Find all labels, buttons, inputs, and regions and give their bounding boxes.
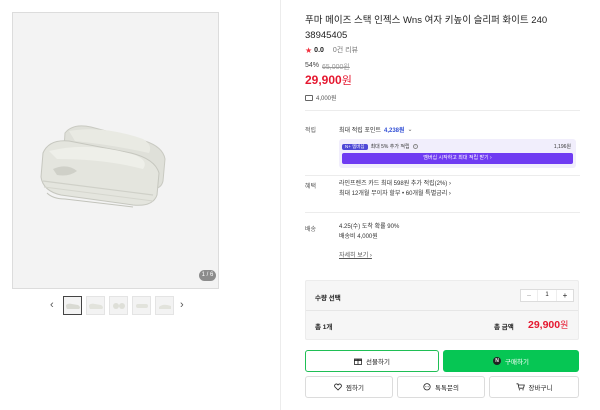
wish-button[interactable]: 찜하기 <box>305 376 393 398</box>
gift-button[interactable]: 선물하기 <box>305 350 439 372</box>
total-price: 29,900원 <box>528 318 568 331</box>
sale-price-unit: 원 <box>341 75 352 87</box>
installment-benefit-link[interactable]: 최대 12개월 무이자 할부 • 60개월 특별금리 › <box>339 189 451 199</box>
thumb-slipper-icon <box>89 303 103 309</box>
thumbnail-4[interactable] <box>132 296 151 315</box>
total-count: 총 1개 <box>315 324 333 331</box>
truck-icon <box>305 94 313 101</box>
section-divider <box>305 110 580 111</box>
buy-button-label: 구매하기 <box>505 359 529 366</box>
review-count-link[interactable]: 0건 리뷰 <box>333 45 358 55</box>
gift-icon <box>354 358 363 365</box>
image-counter: 1 / 6 <box>199 270 216 281</box>
thumb-slipper-icon <box>136 304 148 308</box>
naver-pay-icon: N <box>493 357 502 365</box>
points-label: 적립 <box>305 128 317 134</box>
original-price: 65,000원 <box>322 64 350 71</box>
total-price-value: 29,900 <box>528 319 561 331</box>
thumbnail-strip: ‹ › <box>50 296 184 317</box>
thumb-prev-arrow[interactable]: ‹ <box>50 299 54 311</box>
rating-row: ★ 0.0 0건 리뷰 <box>305 45 358 55</box>
membership-start-button[interactable]: 멤버십 시작하고 최대 적립 받기 › <box>342 153 573 164</box>
sale-price: 29,900원 <box>305 72 352 88</box>
section-divider <box>305 175 580 176</box>
membership-box: N+ 멤버십 최대 5% 추가 적립 i 1,196원 멤버십 시작하고 최대 … <box>339 139 576 168</box>
buy-button[interactable]: N 구매하기 <box>443 350 579 372</box>
membership-text: 최대 5% 추가 적립 <box>370 144 410 150</box>
quantity-plus-button[interactable]: + <box>557 290 573 301</box>
talktalk-button-label: 톡톡문의 <box>435 385 459 392</box>
benefits-label: 혜택 <box>305 184 317 190</box>
gift-button-label: 선물하기 <box>366 359 390 366</box>
thumbnail-3[interactable] <box>109 296 128 315</box>
membership-amount: 1,196원 <box>553 144 571 150</box>
column-divider <box>280 0 281 410</box>
discount-rate: 54% <box>305 62 320 69</box>
quantity-stepper: − 1 + <box>520 289 574 302</box>
quantity-select-label: 수량 선택 <box>315 295 341 302</box>
thumb-slipper-icon <box>113 303 125 309</box>
delivery-detail-link[interactable]: 자세히 보기 › <box>339 250 372 259</box>
thumbnail-1[interactable] <box>63 296 82 315</box>
thumbnail-2[interactable] <box>86 296 105 315</box>
points-value: 4,238원 <box>383 128 405 134</box>
product-main-image[interactable]: 1 / 6 <box>12 12 219 289</box>
delivery-arrival: 4.25(수) 도착 확률 90% <box>339 224 400 230</box>
sale-price-value: 29,900 <box>305 73 342 87</box>
points-row[interactable]: 최대 적립 포인트 4,238원 ⌄ <box>339 125 413 134</box>
shipping-cost: 4,000원 <box>316 96 337 102</box>
info-icon[interactable]: i <box>412 144 418 149</box>
cart-button[interactable]: 장바구니 <box>489 376 579 398</box>
chat-bubble-icon <box>423 383 431 391</box>
points-text: 최대 적립 포인트 <box>339 128 381 134</box>
delivery-fee: 배송비 4,000원 <box>339 234 378 240</box>
heart-icon <box>334 383 342 391</box>
total-price-unit: 원 <box>560 320 569 330</box>
thumbnail-5[interactable] <box>155 296 174 315</box>
membership-badge: N+ 멤버십 <box>342 143 368 150</box>
order-divider <box>306 310 578 311</box>
order-box: 수량 선택 − 1 + 총 1개 총 금액 29,900원 <box>305 280 579 340</box>
cart-button-label: 장바구니 <box>528 385 553 392</box>
rating-score: 0.0 <box>314 46 324 54</box>
delivery-label: 배송 <box>305 227 317 233</box>
wish-button-label: 찜하기 <box>346 385 364 392</box>
thumb-next-arrow[interactable]: › <box>180 299 184 311</box>
price-discount-row: 54% 65,000원 <box>305 62 350 72</box>
talktalk-inquiry-button[interactable]: 톡톡문의 <box>397 376 485 398</box>
card-benefit-link[interactable]: 라인프렌즈 카드 최대 598원 추가 적립(2%) › <box>339 179 451 189</box>
quantity-minus-button[interactable]: − <box>521 290 537 301</box>
thumb-slipper-icon <box>66 303 80 309</box>
membership-info: N+ 멤버십 최대 5% 추가 적립 i <box>342 143 418 150</box>
shipping-cost-row: 4,000원 <box>305 93 337 102</box>
star-icon: ★ <box>305 45 313 55</box>
thumb-slipper-icon <box>159 304 171 309</box>
section-divider <box>305 212 580 213</box>
product-title: 푸마 메이즈 스택 인젝스 Wns 여자 키높이 슬리퍼 화이트 240 389… <box>305 15 548 41</box>
cart-icon <box>516 383 525 391</box>
chevron-down-icon: ⌄ <box>407 127 413 133</box>
slipper-image <box>40 125 166 208</box>
total-label: 총 금액 <box>494 324 514 331</box>
quantity-value[interactable]: 1 <box>537 290 557 301</box>
